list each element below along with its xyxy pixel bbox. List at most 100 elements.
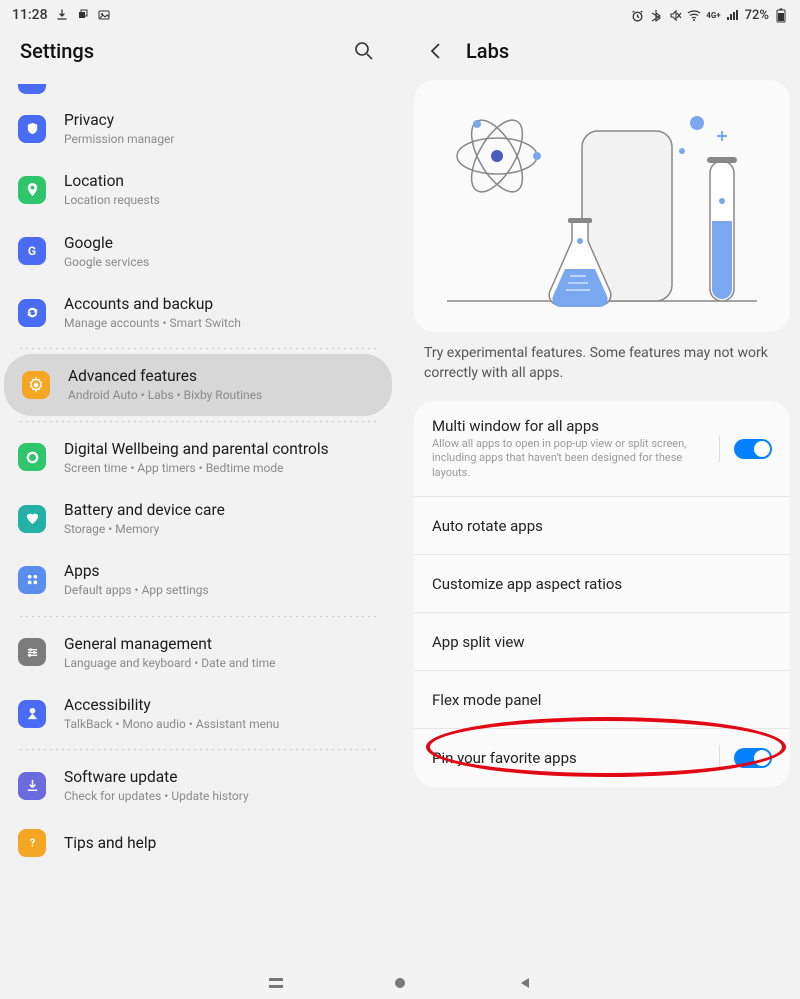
labs-row-title: Pin your favorite apps <box>432 749 709 767</box>
labs-row-flex-mode-panel[interactable]: Flex mode panel <box>414 670 790 728</box>
divider <box>18 421 378 422</box>
labs-row-title: Flex mode panel <box>432 691 772 709</box>
gear-icon <box>22 371 50 399</box>
setting-title: Apps <box>64 561 378 581</box>
labs-row-title: Auto rotate apps <box>432 517 772 535</box>
sidebar-item-privacy[interactable]: PrivacyPermission manager <box>0 98 396 159</box>
network-label: 4G+ <box>706 11 720 20</box>
labs-column: Labs <box>400 30 800 967</box>
sidebar-item-accounts-and-backup[interactable]: Accounts and backupManage accounts • Sma… <box>0 282 396 343</box>
shield-icon <box>18 115 46 143</box>
labs-illustration <box>414 80 790 332</box>
recents-icon <box>268 977 284 989</box>
setting-sub: Android Auto • Labs • Bixby Routines <box>68 387 374 403</box>
toggle-switch[interactable] <box>734 748 772 768</box>
labs-options-card: Multi window for all appsAllow all apps … <box>414 401 790 787</box>
sidebar-item-apps[interactable]: AppsDefault apps • App settings <box>0 549 396 610</box>
toggle-switch[interactable] <box>734 439 772 459</box>
download-icon <box>55 8 69 22</box>
labs-description: Try experimental features. Some features… <box>404 344 800 401</box>
search-button[interactable] <box>352 39 376 63</box>
sidebar-item-general-management[interactable]: General managementLanguage and keyboard … <box>0 622 396 683</box>
labs-row-customize-app-aspect-ratios[interactable]: Customize app aspect ratios <box>414 554 790 612</box>
circle-icon <box>18 443 46 471</box>
setting-title: Accessibility <box>64 695 378 715</box>
divider <box>18 616 378 617</box>
separator <box>719 745 720 771</box>
labs-row-sub: Allow all apps to open in pop-up view or… <box>432 437 709 480</box>
labs-row-title: App split view <box>432 633 772 651</box>
setting-title: General management <box>64 634 378 654</box>
labs-header: Labs <box>404 30 800 80</box>
status-left: 11:28 <box>12 7 111 23</box>
setting-title: Accounts and backup <box>64 294 378 314</box>
sidebar-item-google[interactable]: G GoogleGoogle services <box>0 221 396 282</box>
setting-title: Battery and device care <box>64 500 378 520</box>
navigation-bar <box>0 967 800 999</box>
heart-icon <box>18 505 46 533</box>
divider <box>18 749 378 750</box>
setting-sub: Check for updates • Update history <box>64 788 378 804</box>
sidebar-item-accessibility[interactable]: AccessibilityTalkBack • Mono audio • Ass… <box>0 683 396 744</box>
battery-icon <box>774 8 788 22</box>
setting-sub: Storage • Memory <box>64 521 378 537</box>
sidebar-item-battery-and-device-care[interactable]: Battery and device careStorage • Memory <box>0 488 396 549</box>
status-bar: 11:28 4G+ 72% <box>0 0 800 30</box>
labs-row-pin-your-favorite-apps[interactable]: Pin your favorite apps <box>414 728 790 787</box>
sidebar-item-digital-wellbeing-and-parental-controls[interactable]: Digital Wellbeing and parental controlsS… <box>0 427 396 488</box>
mute-icon <box>668 8 682 22</box>
setting-sub: TalkBack • Mono audio • Assistant menu <box>64 716 378 732</box>
setting-sub: Screen time • App timers • Bedtime mode <box>64 460 378 476</box>
sidebar-item-tips-and-help[interactable]: ? Tips and help <box>0 817 396 869</box>
search-icon <box>354 41 374 61</box>
person-icon <box>18 700 46 728</box>
setting-title: Software update <box>64 767 378 787</box>
svg-text:?: ? <box>29 836 35 849</box>
alarm-icon <box>630 8 644 22</box>
sidebar-item-advanced-features[interactable]: Advanced features Android Auto • Labs • … <box>4 354 392 415</box>
recents-button[interactable] <box>267 974 285 992</box>
setting-sub: Location requests <box>64 192 378 208</box>
sidebar-item-software-update[interactable]: Software updateCheck for updates • Updat… <box>0 755 396 816</box>
setting-sub: Default apps • App settings <box>64 582 378 598</box>
truncated-item-top: . <box>0 80 396 98</box>
setting-sub: Google services <box>64 254 378 270</box>
back-nav-button[interactable] <box>516 974 534 992</box>
back-triangle-icon <box>518 976 532 990</box>
sliders-icon <box>18 638 46 666</box>
labs-row-title: Customize app aspect ratios <box>432 575 772 593</box>
download-icon <box>18 772 46 800</box>
bluetooth-icon <box>649 8 663 22</box>
setting-sub: Manage accounts • Smart Switch <box>64 315 378 331</box>
setting-title: Digital Wellbeing and parental controls <box>64 439 378 459</box>
separator <box>719 436 720 462</box>
google-icon: G <box>18 237 46 265</box>
labs-row-multi-window-for-all-apps[interactable]: Multi window for all appsAllow all apps … <box>414 401 790 496</box>
svg-text:G: G <box>28 244 36 258</box>
back-button[interactable] <box>424 39 448 63</box>
settings-header: Settings <box>0 30 396 80</box>
labs-title: Labs <box>466 39 780 63</box>
signal-icon <box>726 8 740 22</box>
setting-sub: Permission manager <box>64 131 378 147</box>
setting-title: Location <box>64 171 378 191</box>
divider <box>18 348 378 349</box>
sidebar-item-location[interactable]: LocationLocation requests <box>0 159 396 220</box>
setting-title: Advanced features <box>68 366 374 386</box>
setting-title: Tips and help <box>64 833 378 853</box>
chevron-left-icon <box>427 42 445 60</box>
setting-title: Google <box>64 233 378 253</box>
pin-icon <box>18 176 46 204</box>
question-icon: ? <box>18 829 46 857</box>
setting-sub: Language and keyboard • Date and time <box>64 655 378 671</box>
settings-list[interactable]: . PrivacyPermission managerLocationLocat… <box>0 80 396 967</box>
sync-icon <box>18 299 46 327</box>
setting-title: Privacy <box>64 110 378 130</box>
status-right: 4G+ 72% <box>630 8 788 23</box>
home-icon <box>393 976 407 990</box>
labs-row-app-split-view[interactable]: App split view <box>414 612 790 670</box>
wifi-icon <box>687 8 701 22</box>
grid-icon <box>18 566 46 594</box>
home-button[interactable] <box>391 974 409 992</box>
labs-row-auto-rotate-apps[interactable]: Auto rotate apps <box>414 496 790 554</box>
